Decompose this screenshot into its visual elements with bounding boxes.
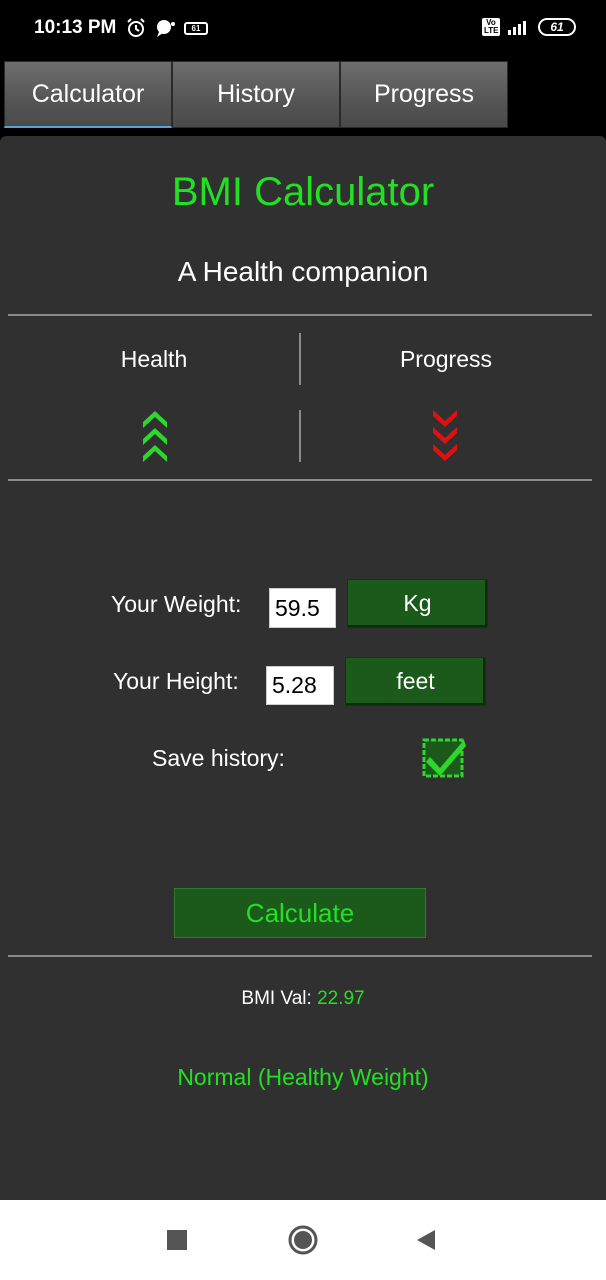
divider (8, 955, 592, 957)
column-divider (299, 333, 301, 385)
status-time: 10:13 PM (34, 17, 117, 38)
weight-label: Your Weight: (111, 591, 242, 617)
bmi-value: 22.97 (317, 988, 365, 1009)
recents-icon (167, 1230, 187, 1250)
height-label: Your Height: (113, 668, 239, 694)
save-history-checkbox[interactable] (421, 734, 467, 780)
battery-level: 61 (538, 18, 576, 36)
chevrons-down-icon (433, 410, 457, 461)
height-unit-button[interactable]: feet (345, 657, 486, 706)
page-title: BMI Calculator (171, 170, 435, 214)
battery-icon: 61 (184, 21, 208, 35)
back-icon (417, 1230, 435, 1250)
signal-icon (508, 21, 526, 35)
progress-label: Progress (399, 346, 493, 372)
weight-unit-button[interactable]: Kg (347, 579, 488, 628)
chevrons-up-icon (143, 411, 167, 462)
page-subtitle: A Health companion (177, 256, 429, 287)
alarm-icon (127, 18, 145, 37)
tab-bar: Calculator History Progress (0, 60, 606, 130)
home-button[interactable] (273, 1200, 333, 1280)
chat-bubble-icon (157, 20, 175, 37)
weight-input[interactable]: 59.5 (269, 588, 336, 628)
status-notifications: 61 (126, 18, 208, 38)
tab-history[interactable]: History (172, 61, 340, 128)
save-history-label: Save history: (152, 745, 285, 771)
status-system-icons: Vo LTE 61 (482, 18, 576, 36)
back-button[interactable] (396, 1200, 456, 1280)
health-label: Health (120, 346, 188, 372)
divider (8, 479, 592, 481)
calculate-button[interactable]: Calculate (174, 888, 426, 938)
volte-icon: Vo LTE (482, 18, 500, 36)
home-icon (288, 1225, 318, 1255)
calculator-panel: BMI Calculator A Health companion Health… (0, 136, 606, 1200)
tab-progress[interactable]: Progress (340, 61, 508, 128)
recents-button[interactable] (147, 1200, 207, 1280)
bmi-category: Normal (Healthy Weight) (177, 1064, 429, 1090)
navigation-bar (0, 1200, 606, 1280)
column-divider-lower (299, 410, 301, 462)
bmi-label: BMI Val: (241, 988, 318, 1009)
tab-calculator[interactable]: Calculator (4, 61, 172, 128)
divider (8, 314, 592, 316)
height-input[interactable]: 5.28 (266, 666, 334, 705)
bmi-result: BMI Val: 22.97 (0, 988, 606, 1010)
status-bar: 10:13 PM 61 Vo LTE 61 (0, 0, 606, 60)
